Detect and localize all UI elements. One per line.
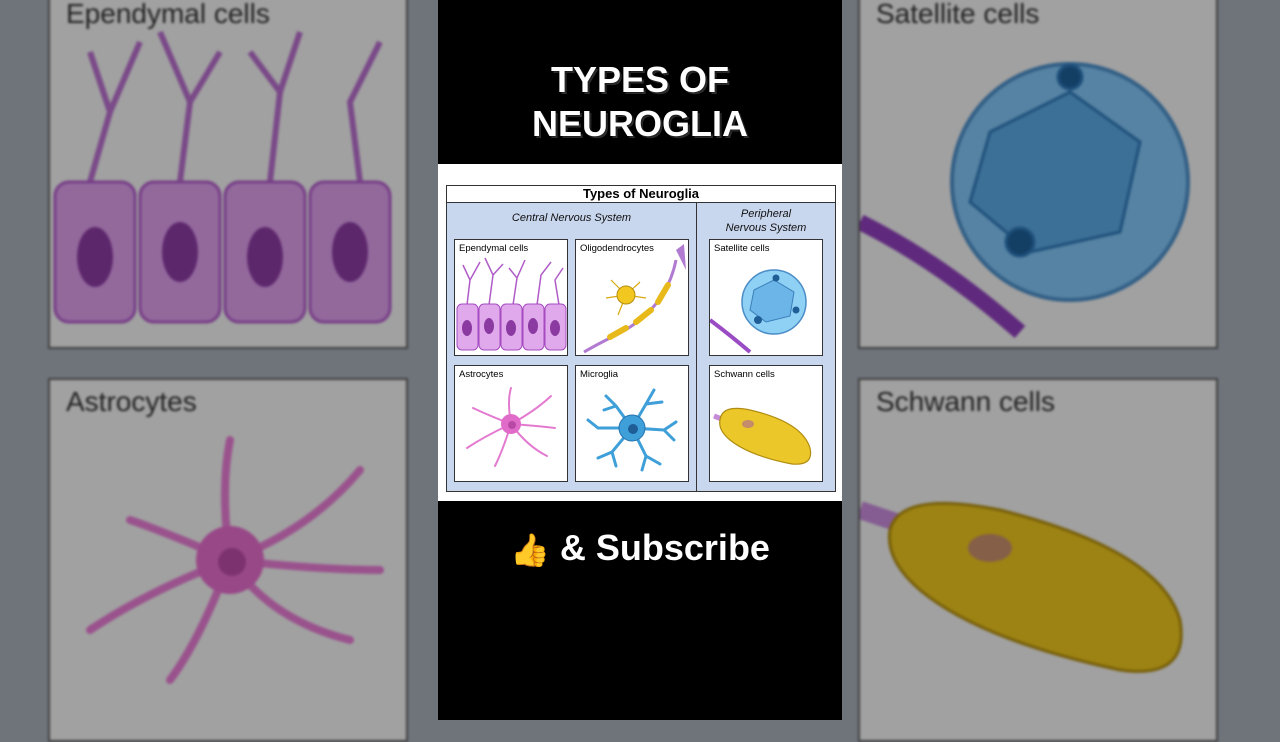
- pns-label-line-1: Peripheral: [740, 208, 792, 220]
- cell-label-schwann: Schwann cells: [714, 369, 775, 380]
- figure-frame: Types of Neuroglia Central Nervous Syste…: [446, 185, 836, 492]
- bg-panel-astrocytes: Astrocytes: [48, 378, 408, 742]
- cell-label-astrocytes: Astrocytes: [459, 369, 504, 380]
- subscribe-text: & Subscribe: [559, 527, 770, 568]
- astrocyte-cell-icon: [466, 387, 556, 467]
- oligodendrocyte-cell-icon: [583, 244, 686, 354]
- cell-card-satellite: Satellite cells: [709, 239, 823, 356]
- microglia-cell-icon: [586, 388, 678, 472]
- pns-label-line-2: Nervous System: [725, 222, 807, 234]
- cell-label-microglia: Microglia: [580, 369, 619, 380]
- thumbs-up-icon: 👍: [510, 532, 550, 569]
- subscribe-callout[interactable]: 👍 & Subscribe: [438, 526, 842, 572]
- cell-label-ependymal: Ependymal cells: [459, 243, 529, 254]
- pns-label: Peripheral Nervous System: [697, 207, 835, 235]
- center-column: TYPES OF NEUROGLIA Types of Neuroglia Ce…: [438, 0, 842, 720]
- neuroglia-figure: Types of Neuroglia Central Nervous Syste…: [438, 164, 842, 501]
- satellite-cell-icon: [710, 269, 807, 354]
- figure-title: Types of Neuroglia: [447, 186, 835, 203]
- title-line-1: TYPES OF: [550, 59, 730, 100]
- cns-label: Central Nervous System: [511, 212, 632, 224]
- cell-label-oligodendrocytes: Oligodendrocytes: [580, 243, 654, 254]
- page-title: TYPES OF NEUROGLIA: [438, 58, 842, 146]
- bg-panel-ependymal: Ependymal cells: [48, 0, 408, 349]
- ependymal-cell-icon: [456, 257, 567, 351]
- title-line-2: NEUROGLIA: [532, 103, 748, 144]
- bg-panel-satellite: Satellite cells: [858, 0, 1218, 349]
- cell-card-ependymal: Ependymal cells: [454, 239, 568, 356]
- schwann-cell-icon: [713, 407, 812, 465]
- cell-card-schwann: Schwann cells: [709, 365, 823, 482]
- cell-card-astrocytes: Astrocytes: [454, 365, 568, 482]
- cell-label-satellite: Satellite cells: [714, 243, 770, 254]
- bg-panel-schwann: Schwann cells: [858, 378, 1218, 742]
- cns-pns-divider: [696, 203, 697, 491]
- cell-card-oligodendrocytes: Oligodendrocytes: [575, 239, 689, 356]
- cell-card-microglia: Microglia: [575, 365, 689, 482]
